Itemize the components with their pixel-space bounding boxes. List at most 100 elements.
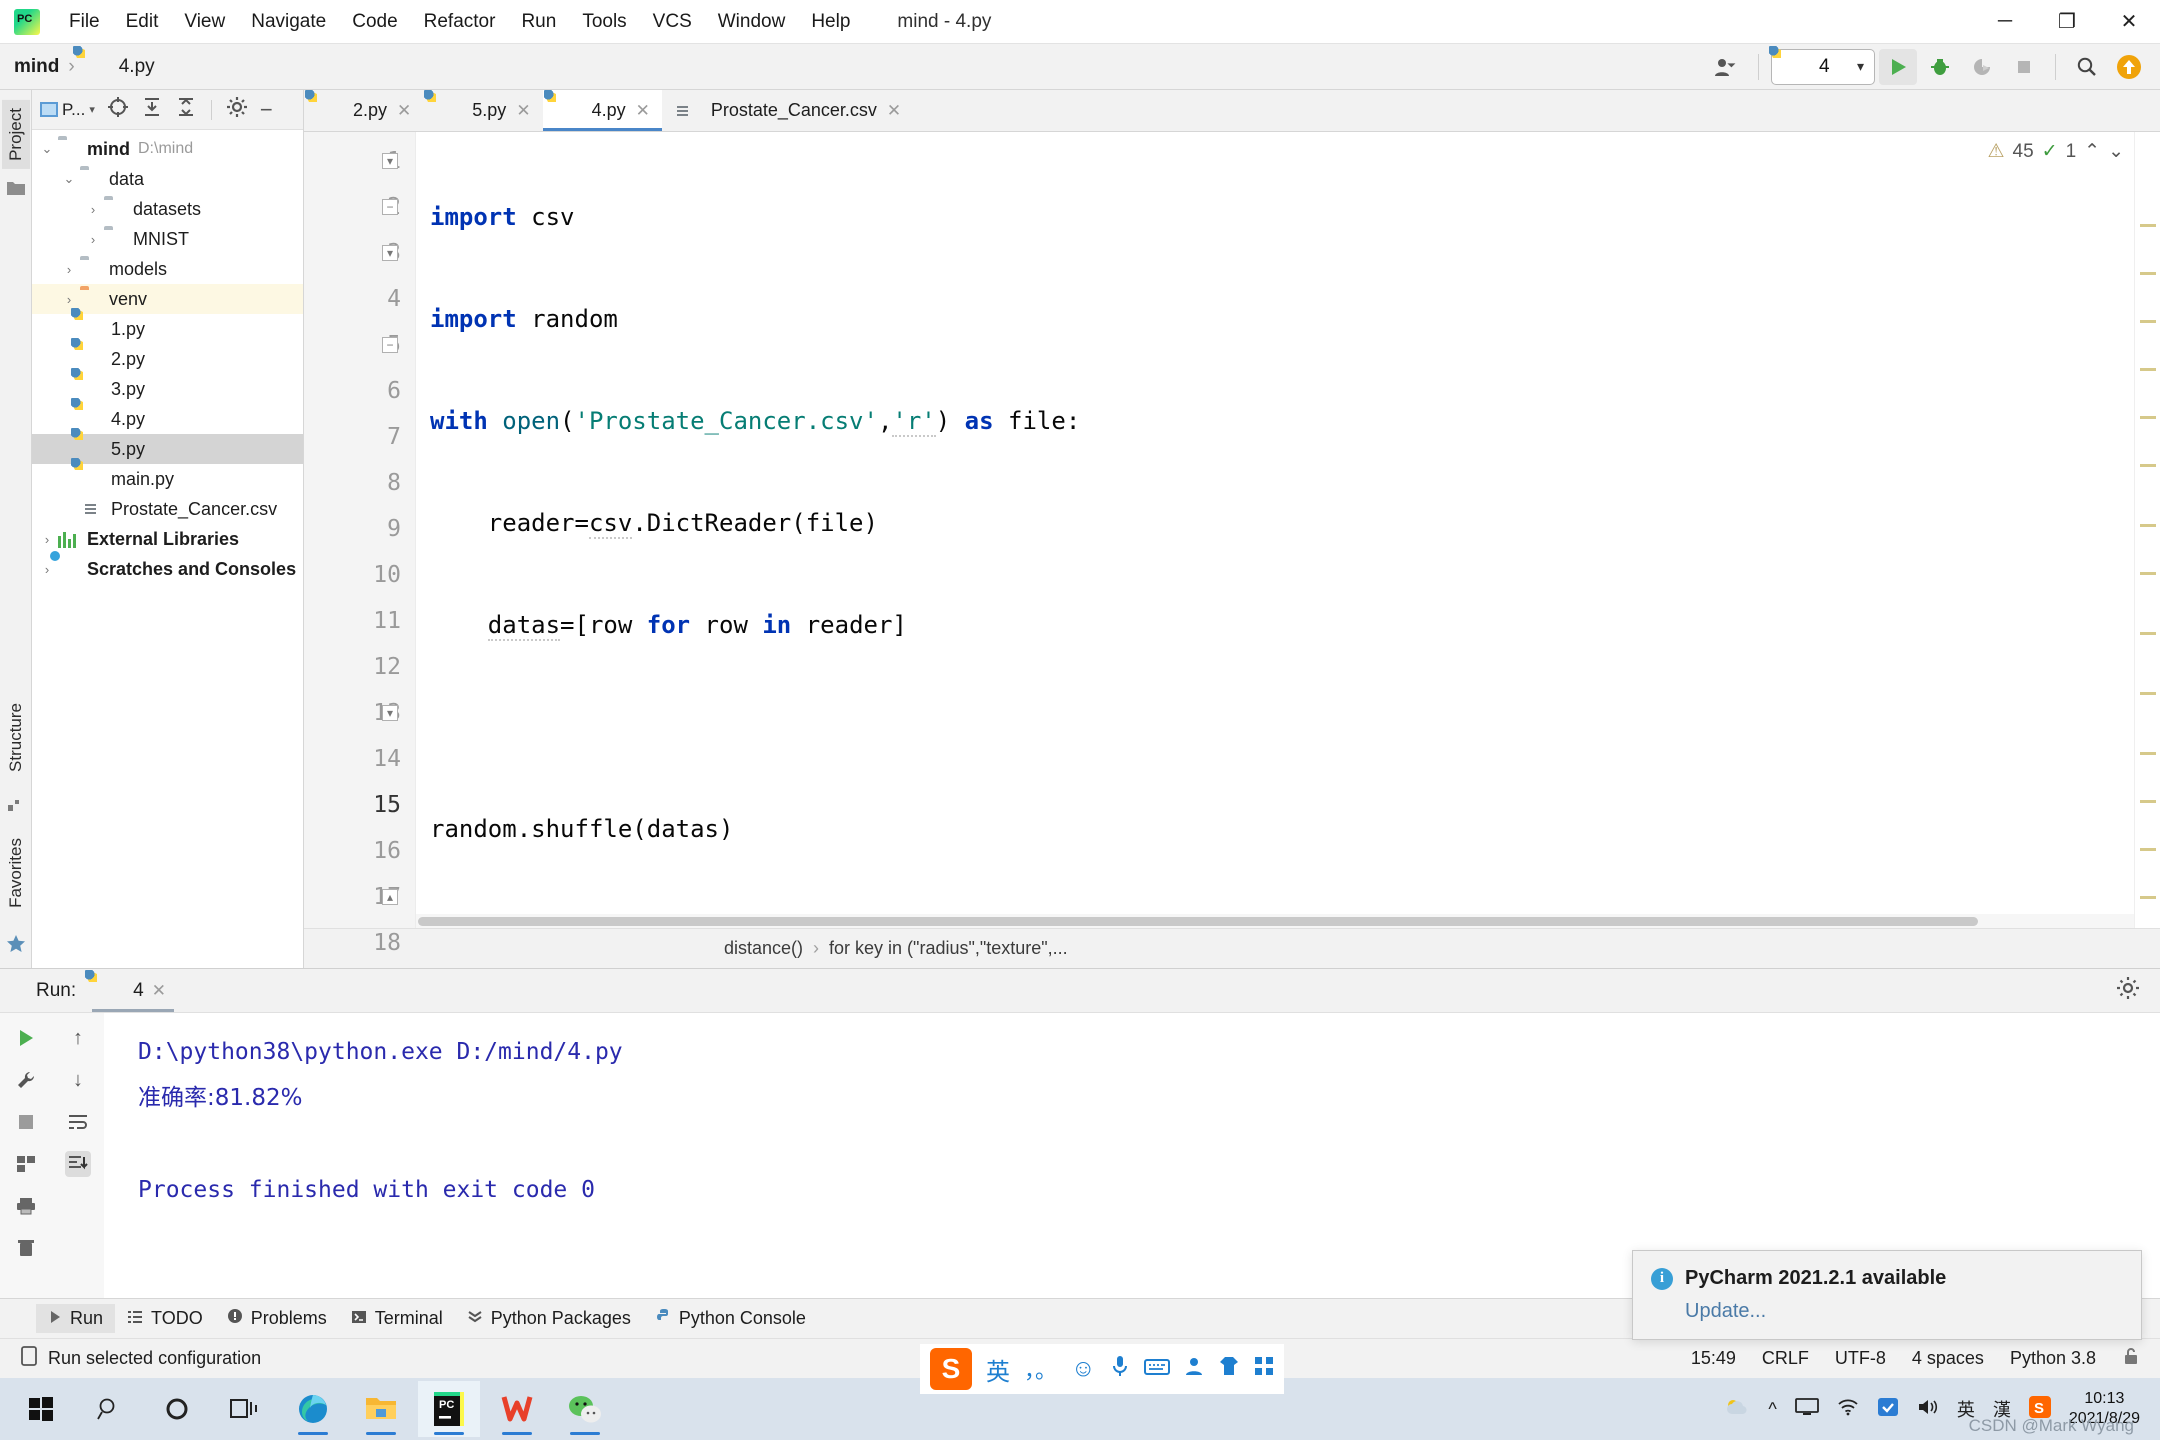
tool-window-run[interactable]: Run bbox=[36, 1304, 116, 1333]
tree-node-mainpy[interactable]: main.py bbox=[32, 464, 303, 494]
fold-marker[interactable]: ▾ bbox=[379, 230, 401, 276]
sidebar-tab-favorites[interactable]: Favorites bbox=[2, 830, 30, 916]
code-line-6[interactable] bbox=[416, 704, 2134, 750]
code-line-3[interactable]: with open('Prostate_Cancer.csv','r') as … bbox=[416, 398, 2134, 444]
menu-refactor[interactable]: Refactor bbox=[411, 7, 509, 37]
menu-window[interactable]: Window bbox=[705, 7, 799, 37]
down-arrow-icon[interactable]: ↓ bbox=[65, 1067, 91, 1093]
tree-node-mind[interactable]: ⌄ mind D:\mind bbox=[32, 134, 303, 164]
weather-icon[interactable] bbox=[1724, 1397, 1750, 1422]
error-stripe-mark[interactable] bbox=[2140, 272, 2156, 275]
update-link[interactable]: Update... bbox=[1685, 1300, 2123, 1323]
keyboard-icon[interactable] bbox=[1143, 1355, 1170, 1383]
run-configuration-selector[interactable]: 4 ▾ bbox=[1771, 48, 1875, 85]
tool-window-terminal[interactable]: Terminal bbox=[339, 1304, 455, 1333]
caret-position[interactable]: 15:49 bbox=[1691, 1348, 1736, 1369]
fold-marker[interactable]: ▾ bbox=[379, 690, 401, 736]
project-folder-icon[interactable] bbox=[6, 179, 26, 199]
expand-arrow-icon[interactable]: ⌄ bbox=[36, 141, 58, 157]
tree-node-prostate-csv[interactable]: Prostate_Cancer.csv bbox=[32, 494, 303, 524]
settings-gear-icon[interactable] bbox=[2116, 976, 2140, 1006]
tree-node-datasets[interactable]: › datasets bbox=[32, 194, 303, 224]
structure-icon[interactable] bbox=[6, 796, 26, 816]
settings-gear-icon[interactable] bbox=[226, 96, 248, 123]
stop-icon[interactable] bbox=[13, 1109, 39, 1135]
ime-skin-icon[interactable] bbox=[1218, 1355, 1240, 1383]
file-encoding[interactable]: UTF-8 bbox=[1835, 1348, 1886, 1369]
network-icon[interactable] bbox=[1837, 1398, 1859, 1421]
sidebar-tab-structure[interactable]: Structure bbox=[2, 695, 30, 780]
menu-navigate[interactable]: Navigate bbox=[238, 7, 339, 37]
code-line-7[interactable]: random.shuffle(datas) bbox=[416, 806, 2134, 852]
close-icon[interactable]: ✕ bbox=[152, 981, 166, 1001]
microphone-icon[interactable] bbox=[1110, 1355, 1130, 1384]
wechat-icon[interactable] bbox=[554, 1381, 616, 1437]
menu-view[interactable]: View bbox=[171, 7, 238, 37]
editor-horizontal-scrollbar[interactable] bbox=[416, 914, 2134, 928]
fold-marker[interactable]: − bbox=[379, 322, 401, 368]
tree-node-models[interactable]: › models bbox=[32, 254, 303, 284]
favorites-star-icon[interactable] bbox=[6, 934, 26, 954]
edge-browser-icon[interactable] bbox=[282, 1381, 344, 1437]
line-separator[interactable]: CRLF bbox=[1762, 1348, 1809, 1369]
code-line-1[interactable]: import csv bbox=[416, 194, 2134, 240]
sogou-logo-icon[interactable]: S bbox=[930, 1348, 972, 1390]
python-interpreter[interactable]: Python 3.8 bbox=[2010, 1348, 2096, 1369]
run-with-coverage-button[interactable] bbox=[1963, 49, 2001, 85]
soft-wrap-icon[interactable] bbox=[65, 1109, 91, 1135]
error-stripe-mark[interactable] bbox=[2140, 524, 2156, 527]
tree-node-external-libraries[interactable]: › External Libraries bbox=[32, 524, 303, 554]
cortana-icon[interactable] bbox=[146, 1381, 208, 1437]
fold-marker[interactable]: ▴ bbox=[379, 874, 401, 920]
expand-all-icon[interactable] bbox=[141, 96, 163, 123]
expand-arrow-icon[interactable]: › bbox=[36, 562, 58, 577]
breadcrumb-file[interactable]: 4.py bbox=[84, 56, 155, 78]
editor-tab-5py[interactable]: 5.py ✕ bbox=[423, 90, 542, 131]
tree-node-mnist[interactable]: › MNIST bbox=[32, 224, 303, 254]
close-icon[interactable]: ✕ bbox=[887, 101, 901, 121]
menu-file[interactable]: File bbox=[56, 7, 113, 37]
expand-arrow-icon[interactable]: ⌄ bbox=[58, 171, 80, 187]
error-stripe-mark[interactable] bbox=[2140, 572, 2156, 575]
breadcrumb-detail[interactable]: for key in ("radius","texture",... bbox=[829, 938, 1068, 959]
code-line-4[interactable]: reader=csv.DictReader(file) bbox=[416, 500, 2134, 546]
rerun-icon[interactable] bbox=[13, 1025, 39, 1051]
next-problem-icon[interactable]: ⌄ bbox=[2108, 140, 2124, 163]
menu-help[interactable]: Help bbox=[798, 7, 863, 37]
unlocked-padlock-icon[interactable] bbox=[2122, 1346, 2140, 1371]
code-line-5[interactable]: datas=[row for row in reader] bbox=[416, 602, 2134, 648]
scrollbar-thumb[interactable] bbox=[418, 917, 1978, 926]
close-button[interactable]: ✕ bbox=[2098, 0, 2160, 43]
error-stripe-ruler[interactable] bbox=[2134, 132, 2160, 928]
menu-edit[interactable]: Edit bbox=[113, 7, 172, 37]
tool-window-problems[interactable]: Problems bbox=[215, 1304, 339, 1333]
up-arrow-icon[interactable]: ↑ bbox=[65, 1025, 91, 1051]
breadcrumb-project[interactable]: mind bbox=[14, 56, 59, 78]
editor-tab-4py[interactable]: 4.py ✕ bbox=[542, 90, 663, 131]
fold-marker[interactable]: ▾ bbox=[379, 138, 401, 184]
run-tab-4[interactable]: 4 ✕ bbox=[92, 969, 174, 1012]
select-opened-file-icon[interactable] bbox=[107, 96, 129, 123]
user-account-icon[interactable] bbox=[1708, 49, 1746, 85]
scroll-to-end-icon[interactable] bbox=[65, 1151, 91, 1177]
smiley-icon[interactable]: ☺ bbox=[1071, 1355, 1096, 1383]
ime-punctuation-toggle[interactable]: ，。 bbox=[1024, 1353, 1057, 1385]
ime-apps-icon[interactable] bbox=[1254, 1355, 1274, 1383]
wrench-icon[interactable] bbox=[13, 1067, 39, 1093]
error-stripe-mark[interactable] bbox=[2140, 224, 2156, 227]
search-icon[interactable] bbox=[78, 1381, 140, 1437]
menu-code[interactable]: Code bbox=[339, 7, 410, 37]
error-stripe-mark[interactable] bbox=[2140, 848, 2156, 851]
breadcrumb-scope[interactable]: distance() bbox=[724, 938, 803, 959]
minimize-button[interactable]: ─ bbox=[1974, 0, 2036, 43]
update-arrow-icon[interactable] bbox=[2110, 49, 2148, 85]
error-stripe-mark[interactable] bbox=[2140, 416, 2156, 419]
error-stripe-mark[interactable] bbox=[2140, 692, 2156, 695]
print-icon[interactable] bbox=[13, 1193, 39, 1219]
tool-window-python-packages[interactable]: Python Packages bbox=[455, 1304, 643, 1333]
wps-office-icon[interactable] bbox=[486, 1381, 548, 1437]
layout-icon[interactable] bbox=[13, 1151, 39, 1177]
error-stripe-mark[interactable] bbox=[2140, 464, 2156, 467]
indent-setting[interactable]: 4 spaces bbox=[1912, 1348, 1984, 1369]
error-stripe-mark[interactable] bbox=[2140, 320, 2156, 323]
